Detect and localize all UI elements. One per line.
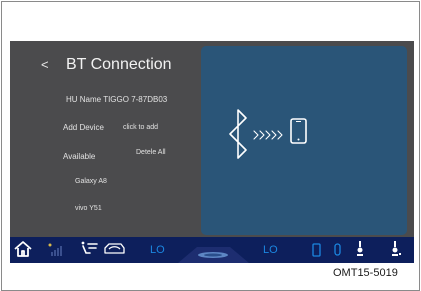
device-item-galaxy-a8[interactable]: Galaxy A8 bbox=[75, 177, 107, 187]
bt-status-panel bbox=[201, 46, 407, 235]
phone-icon bbox=[290, 118, 307, 144]
add-device-label: Add Device bbox=[63, 123, 104, 132]
climate-bar-graphic bbox=[14, 241, 401, 263]
home-icon[interactable] bbox=[14, 241, 32, 257]
defrost-icon[interactable] bbox=[357, 241, 363, 256]
available-label: Available bbox=[63, 152, 96, 161]
chevrons-icon bbox=[253, 130, 283, 140]
car-recirculation-icon[interactable] bbox=[104, 243, 125, 254]
climate-bar: LO LO bbox=[10, 237, 414, 263]
seat-heat-right-icon[interactable] bbox=[392, 241, 401, 256]
add-device-button[interactable]: click to add bbox=[123, 123, 158, 133]
bt-settings-panel: < BT Connection HU Name TIGGO 7-87DB03 A… bbox=[10, 41, 200, 237]
delete-all-button[interactable]: Detele All bbox=[136, 148, 166, 158]
ac-center-icon[interactable] bbox=[198, 252, 228, 258]
figure-caption: OMT15-5019 bbox=[333, 267, 398, 279]
fan-speed-icon[interactable] bbox=[48, 243, 63, 257]
rear-defrost-icon[interactable] bbox=[334, 243, 341, 256]
device-item-vivo-y51[interactable]: vivo Y51 bbox=[75, 204, 102, 214]
bt-status-graphic bbox=[229, 109, 307, 159]
seat-airflow-icon[interactable] bbox=[81, 241, 98, 254]
page-title: BT Connection bbox=[66, 56, 172, 73]
back-button[interactable]: < bbox=[41, 56, 49, 74]
head-unit-screen: < BT Connection HU Name TIGGO 7-87DB03 A… bbox=[10, 41, 414, 263]
right-temp-display[interactable]: LO bbox=[263, 244, 278, 256]
left-temp-display[interactable]: LO bbox=[150, 244, 165, 256]
figure-frame: < BT Connection HU Name TIGGO 7-87DB03 A… bbox=[1, 1, 420, 291]
seat-heat-left-icon[interactable] bbox=[312, 243, 321, 257]
bluetooth-icon bbox=[229, 109, 247, 159]
hu-name-label: HU Name TIGGO 7-87DB03 bbox=[66, 95, 168, 104]
